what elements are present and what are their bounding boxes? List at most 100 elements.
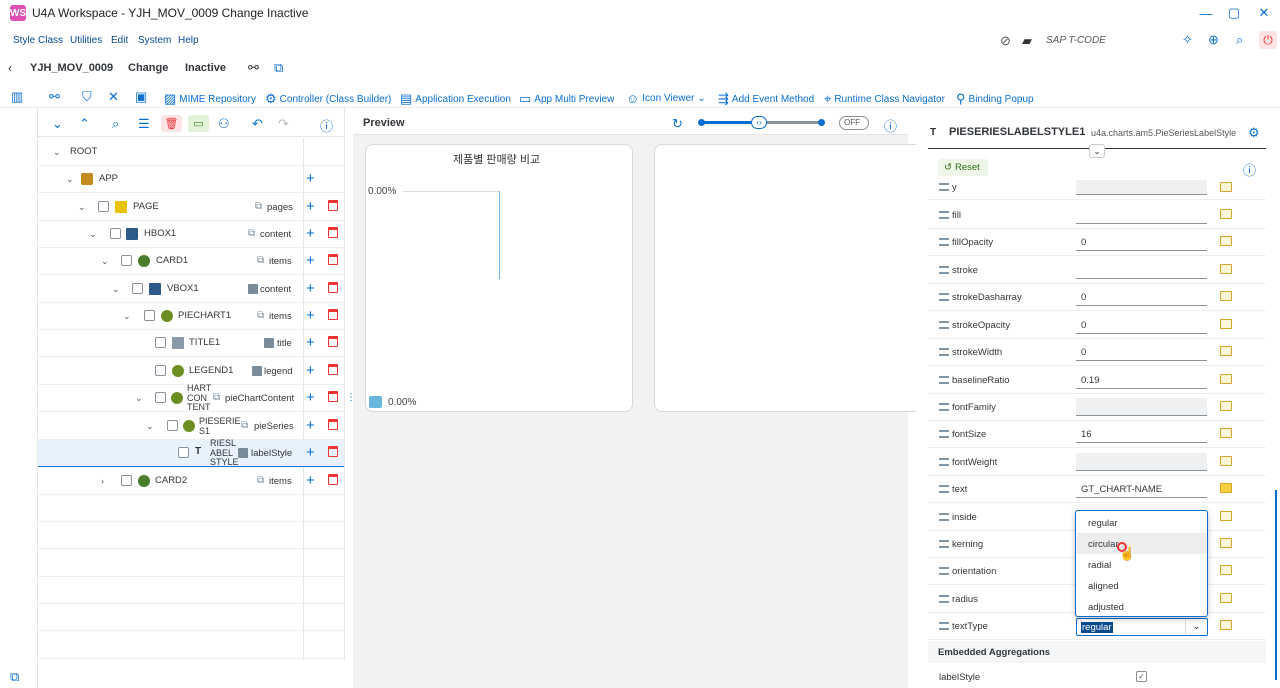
tree-node-legend1[interactable]: LEGEND1 legend + [38,358,344,385]
option-circular[interactable]: circular [1077,533,1207,554]
back-icon[interactable]: ‹ [8,61,12,75]
delete-icon[interactable] [328,309,338,320]
menu-style-class[interactable]: Style Class [13,35,63,46]
node-checkbox[interactable] [110,228,121,239]
switch-icon[interactable]: ⧉ [10,669,19,685]
binding-folder-icon[interactable] [1220,593,1232,603]
chevron-down-icon[interactable]: ⌄ [78,202,86,213]
reset-button[interactable]: ↺ Reset [938,159,988,176]
open-external-icon[interactable]: ⧉ [274,60,283,76]
chevron-down-icon[interactable]: ⌄ [66,174,74,185]
add-icon[interactable]: + [306,417,315,434]
save-icon[interactable]: ▣ [135,89,147,105]
list-icon[interactable]: ☰ [138,116,150,132]
zoom-in-icon[interactable]: ⊕ [1208,32,1219,48]
node-checkbox[interactable] [155,337,166,348]
chevron-down-icon[interactable]: ⌄ [89,229,97,240]
binding-folder-icon[interactable] [1220,511,1232,521]
binding-folder-icon[interactable] [1220,620,1232,630]
property-input[interactable]: 0 [1076,288,1207,306]
add-icon[interactable]: + [306,307,315,324]
property-input[interactable]: 0 [1076,316,1207,334]
menu-edit[interactable]: Edit [111,35,128,46]
property-input[interactable]: 0 [1076,343,1207,361]
close-button[interactable]: ✕ [1254,4,1274,22]
chevron-right-icon[interactable]: › [101,476,104,486]
add-ui-icon[interactable]: ▭ [188,115,209,132]
delete-icon[interactable] [328,474,338,485]
chevron-down-icon[interactable]: ⌄ [53,147,61,158]
tree-node-piechart1[interactable]: ⌄ PIECHART1 ⧉ items + [38,303,344,330]
tree-node-title1[interactable]: TITLE1 title + [38,330,344,357]
application-execution-button[interactable]: ▤ Application Execution [400,91,511,107]
tools-icon[interactable]: ✕ [108,89,119,105]
delete-icon[interactable] [328,391,338,402]
binding-folder-icon[interactable] [1220,209,1232,219]
refresh-icon[interactable]: ↻ [672,116,683,132]
binding-folder-icon[interactable] [1220,538,1232,548]
delete-icon[interactable] [328,446,338,457]
undo-icon[interactable]: ↶ [252,116,263,132]
binding-folder-icon[interactable] [1220,565,1232,575]
tcode-icon[interactable]: ▰ [1022,33,1032,49]
chevron-down-icon[interactable]: ⌄ [112,284,120,295]
node-checkbox[interactable] [121,475,132,486]
add-icon[interactable]: + [306,198,315,215]
delete-icon[interactable] [328,254,338,265]
add-icon[interactable]: + [306,170,315,187]
binding-folder-icon[interactable] [1220,401,1232,411]
option-regular[interactable]: regular [1077,512,1207,533]
add-icon[interactable]: + [306,280,315,297]
add-icon[interactable]: + [306,389,315,406]
preview-toggle[interactable]: OFF [839,116,869,130]
add-icon[interactable]: + [306,472,315,489]
chevron-down-icon[interactable]: ⌄ [146,421,154,432]
shield-icon[interactable]: ⛉ [82,89,92,105]
binding-popup-button[interactable]: ⚲ Binding Popup [956,91,1034,107]
menu-system[interactable]: System [138,35,171,46]
help-icon[interactable]: ⓘ [320,116,333,135]
delete-icon[interactable]: 🗑 [161,115,182,132]
pin-icon[interactable]: ✧ [1182,32,1193,48]
user-icon[interactable]: ⚇ [218,116,230,132]
tree-node-root[interactable]: ⌄ ROOT [38,139,344,166]
property-input[interactable] [1076,453,1207,471]
runtime-class-navigator-button[interactable]: ⌖ Runtime Class Navigator [824,91,945,107]
binding-folder-icon[interactable] [1220,456,1232,466]
option-adjusted[interactable]: adjusted [1077,596,1207,617]
tree-node-chartcontent[interactable]: ⌄ HART CON TENT ⧉ pieChartContent + [38,383,344,412]
add-event-method-button[interactable]: ⇶ Add Event Method [718,91,814,107]
binding-folder-icon[interactable] [1220,483,1232,493]
node-checkbox[interactable] [155,392,166,403]
property-input[interactable] [1076,180,1207,195]
glasses-icon[interactable]: ⚯ [49,89,60,105]
property-input[interactable]: 0.19 [1076,371,1207,389]
glasses-icon[interactable]: ⚯ [248,60,259,76]
node-checkbox[interactable] [144,310,155,321]
binding-folder-icon[interactable] [1220,264,1232,274]
chevron-down-icon[interactable]: ⌄ [101,256,109,267]
delete-icon[interactable] [328,336,338,347]
delete-icon[interactable] [328,419,338,430]
collapse-all-icon[interactable]: ⌃ [79,116,90,132]
binding-folder-icon[interactable] [1220,182,1232,192]
tree-node-hbox1[interactable]: ⌄ HBOX1 ⧉ content + [38,221,344,248]
menu-help[interactable]: Help [178,35,199,46]
redo-icon[interactable]: ↷ [278,116,289,132]
binding-folder-icon[interactable] [1220,374,1232,384]
chevron-down-icon[interactable]: ⌄ [1185,619,1207,635]
node-checkbox[interactable] [132,283,143,294]
tree-node-card2[interactable]: › CARD2 ⧉ items + [38,468,344,495]
delete-icon[interactable] [328,282,338,293]
node-checkbox[interactable] [167,420,178,431]
tree-node-app[interactable]: ⌄ APP + [38,166,344,193]
binding-folder-icon[interactable] [1220,346,1232,356]
property-input[interactable] [1076,261,1207,279]
add-icon[interactable]: + [306,362,315,379]
chevron-down-icon[interactable]: ⌄ [123,311,131,322]
add-icon[interactable]: + [306,225,315,242]
property-input[interactable]: 16 [1076,425,1207,443]
icon-viewer-button[interactable]: ☺ Icon Viewer ⌄ [626,91,706,106]
property-input[interactable] [1076,398,1207,416]
node-checkbox[interactable] [178,447,189,458]
